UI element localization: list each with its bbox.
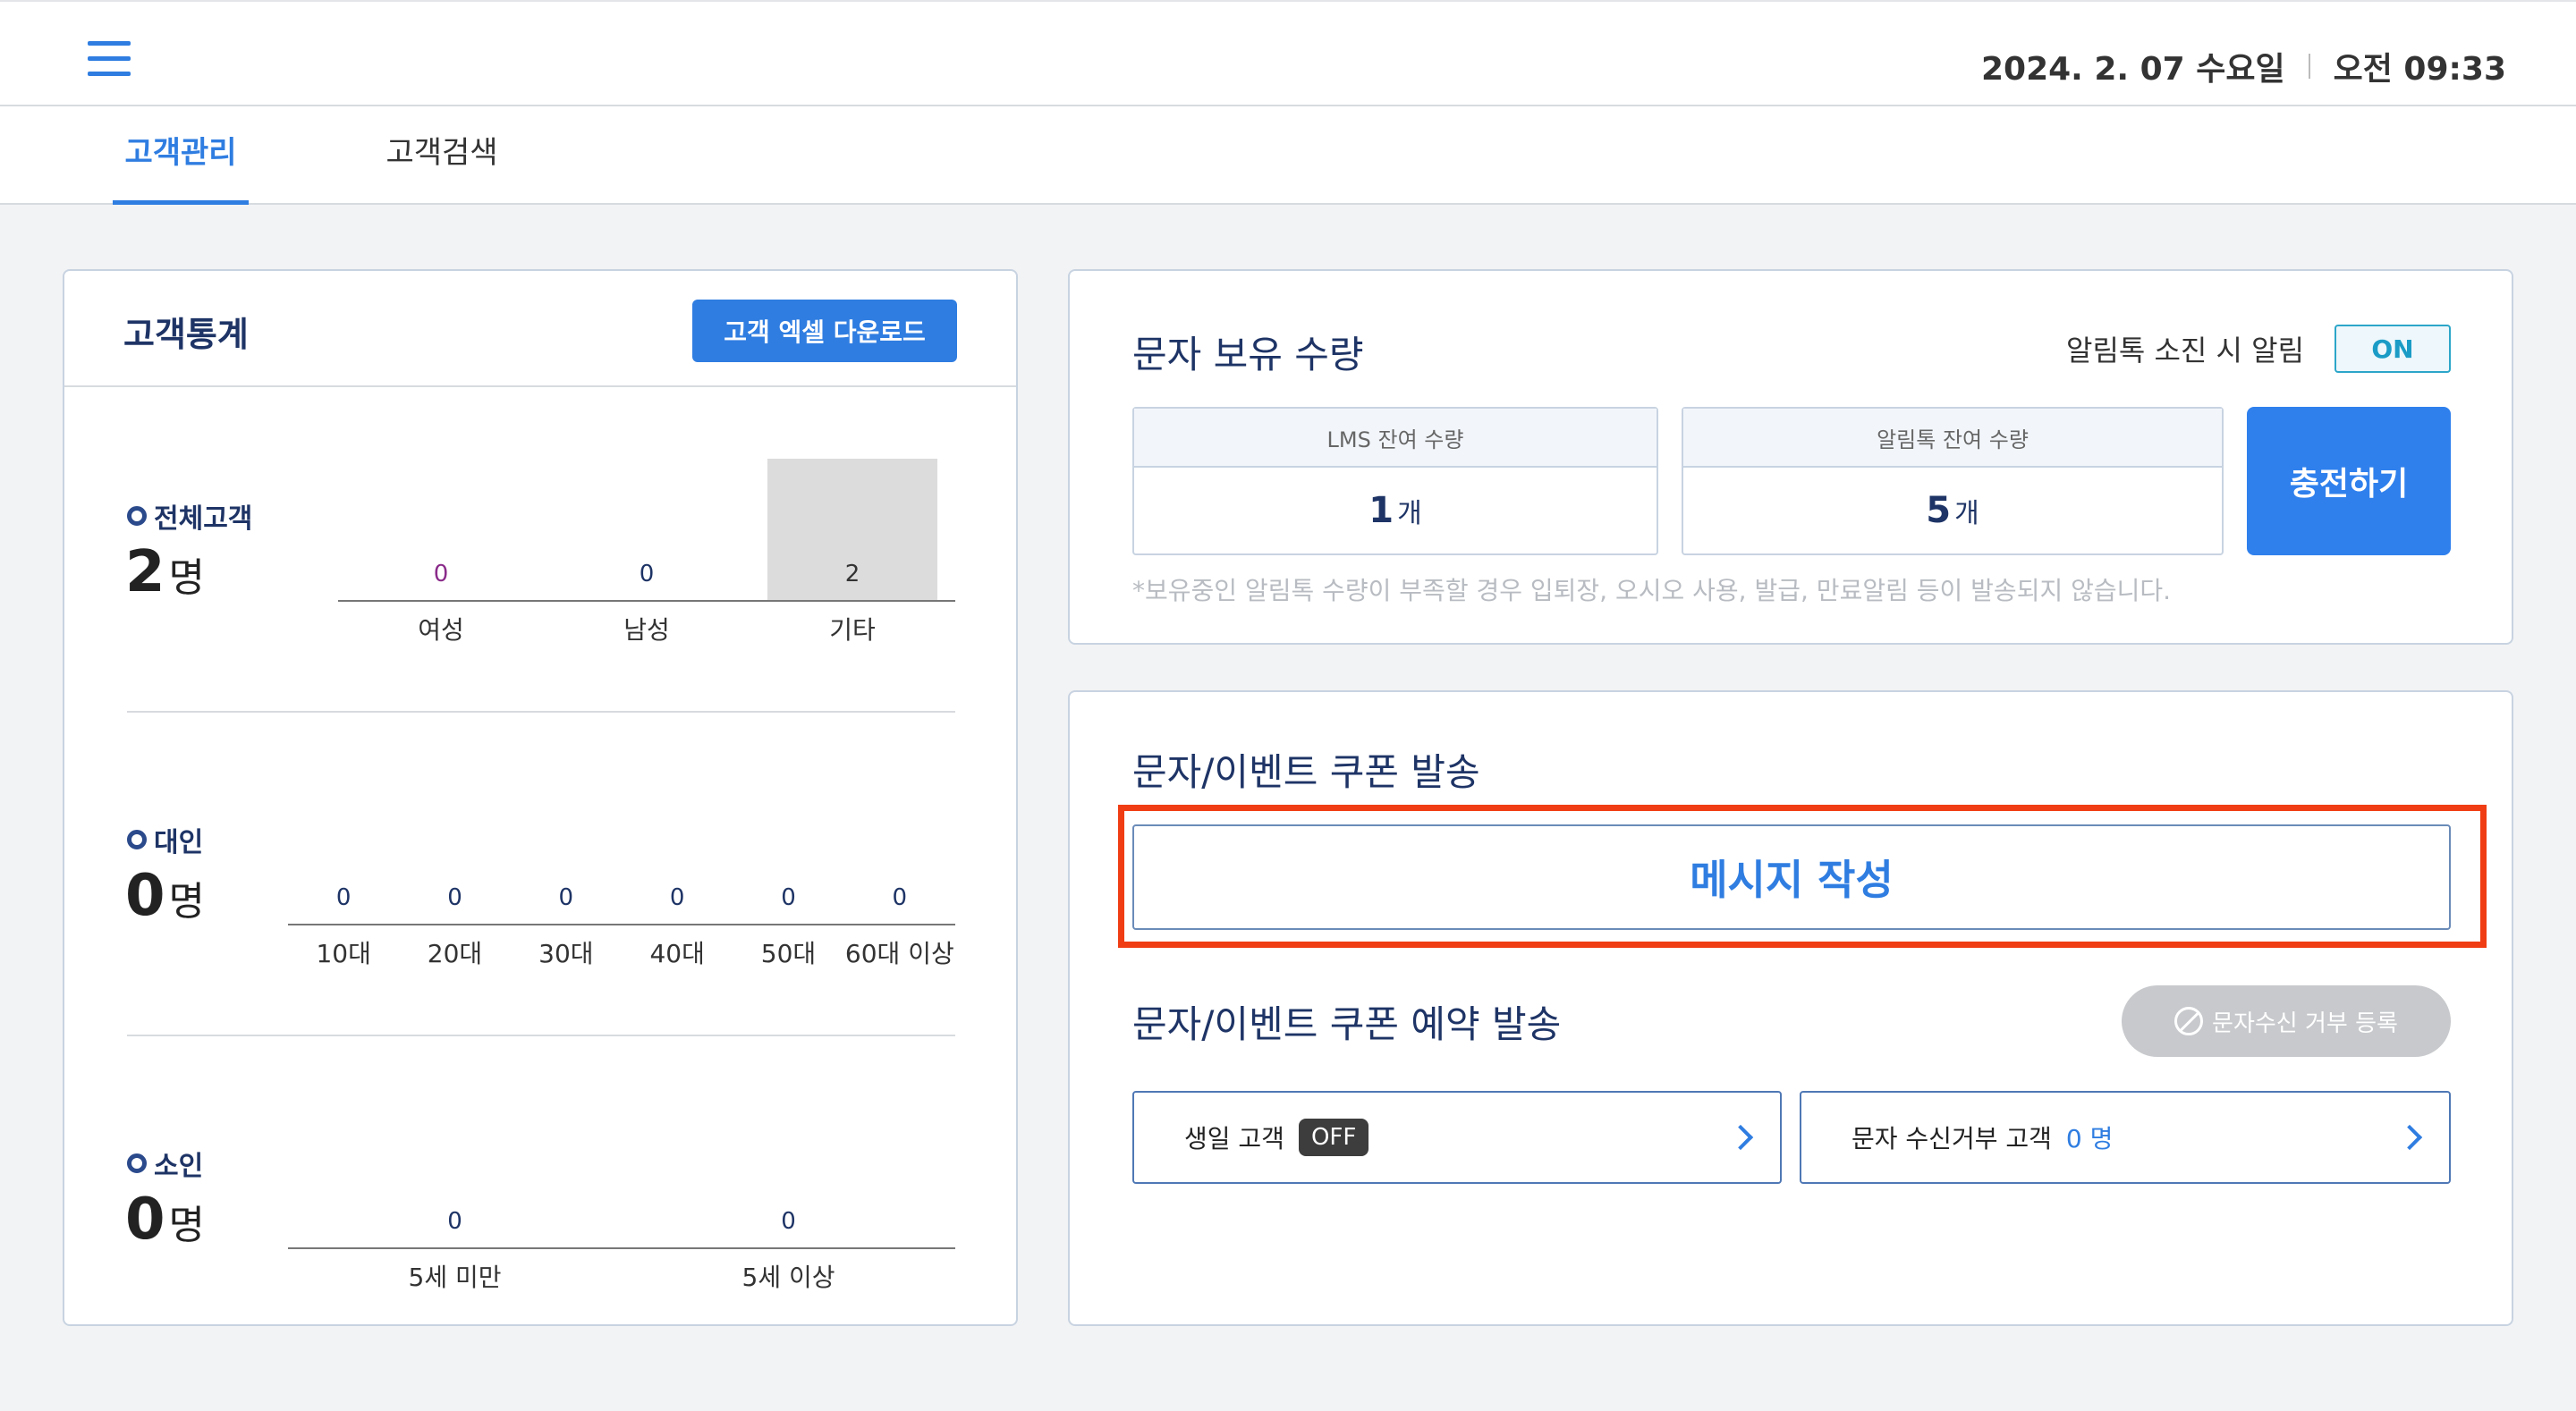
chevron-right-icon [1727,1124,1754,1151]
stats-header: 고객통계 고객 엑셀 다운로드 [64,271,1016,387]
chart-value-label: 0 [558,884,574,911]
chart-value-label: 0 [447,1208,462,1235]
birthday-toggle-badge[interactable]: OFF [1298,1119,1369,1156]
total-label-text: 전체고객 [154,503,253,535]
gender-chart: 0 여성 0 남성 2 기타 [338,450,955,664]
chart-value-label: 0 [892,884,908,911]
alimtalk-alert-toggle[interactable]: ON [2334,325,2451,373]
total-customers-label: 전체고객 [127,496,252,536]
chart-value-label: 0 [781,884,796,911]
compose-message-button[interactable]: 메시지 작성 [1132,824,2451,930]
top-bar: 2024. 2. 07 수요일 오전 09:33 [0,0,2576,106]
chart-value-label: 2 [844,561,860,587]
chart-value-label: 0 [335,884,352,911]
child-age-chart: 0 5세 미만 0 5세 이상 [288,1097,955,1312]
chart-category-label: 기타 [829,615,876,645]
chart-category-label: 여성 [418,615,464,645]
lms-count: 1 [1368,490,1394,531]
birthday-label: 생일 고객 [1184,1124,1284,1153]
excel-download-button[interactable]: 고객 엑셀 다운로드 [692,300,957,362]
count-unit: 개 [1397,498,1422,529]
birthday-customers-link[interactable]: 생일 고객 OFF [1132,1091,1782,1184]
chart-category-label: 5세 미만 [408,1263,502,1292]
circle-icon [127,1153,147,1173]
child-customers-count: 0명 [125,1187,205,1253]
balance-notice: *보유중인 알림톡 수량이 부족할 경우 입퇴장, 오시오 사용, 발급, 만료… [1132,576,2172,605]
chart-category-label: 60대 이상 [844,939,954,968]
tab-customer-management[interactable]: 고객관리 [113,106,249,205]
total-customers-count: 2명 [125,539,205,605]
adult-label-text: 대인 [154,827,204,858]
chart-category-label: 30대 [538,939,594,968]
adult-customers-label: 대인 [127,820,203,859]
charge-button[interactable]: 충전하기 [2247,407,2451,555]
alimtalk-count: 5 [1926,490,1952,531]
rejected-label: 문자 수신거부 고객 [1852,1124,2052,1153]
alimtalk-balance-label: 알림톡 잔여 수량 [1683,409,2222,468]
chart-category-label: 10대 [316,939,371,968]
chart-baseline [338,600,955,602]
customer-stats-card: 고객통계 고객 엑셀 다운로드 전체고객 2명 0 여성 0 남성 2 기타 대인 0명 … [63,269,1018,1326]
current-time: 오전 09:33 [2333,51,2506,88]
lms-balance-box: LMS 잔여 수량 1개 [1132,407,1658,555]
block-icon [2174,1007,2204,1035]
chart-value-label: 0 [433,561,449,587]
count-unit: 개 [1954,498,1979,529]
lms-balance-label: LMS 잔여 수량 [1134,409,1657,468]
age-chart: 0 10대 0 20대 0 30대 0 40대 0 50대 0 60대 이상 [288,773,955,988]
chart-value-label: 0 [781,1208,796,1235]
tab-customer-search[interactable]: 고객검색 [374,106,510,205]
chart-baseline [288,1247,955,1249]
chevron-right-icon [2396,1124,2423,1151]
lms-balance-value: 1개 [1134,468,1657,553]
chart-baseline [288,924,955,925]
divider [2308,54,2310,79]
adult-customers-count: 0명 [125,863,205,929]
chart-value-label: 0 [447,884,462,911]
sms-balance-card: 문자 보유 수량 알림톡 소진 시 알림 ON LMS 잔여 수량 1개 알림톡… [1068,269,2513,645]
total-count-value: 2 [125,539,165,605]
circle-icon [127,830,147,849]
child-customers-label: 소인 [127,1144,203,1183]
count-unit: 명 [168,879,206,925]
chart-value-label: 0 [669,884,685,911]
sms-balance-title: 문자 보유 수량 [1132,333,1364,376]
current-date: 2024. 2. 07 수요일 [1980,51,2285,88]
chart-category-label: 40대 [649,939,705,968]
child-count-value: 0 [125,1187,165,1253]
stats-title: 고객통계 [123,315,249,354]
divider [127,1035,955,1036]
tab-bar: 고객관리 고객검색 [0,106,2576,205]
alimtalk-alert-label: 알림톡 소진 시 알림 [2066,334,2305,368]
chart-value-label: 0 [639,561,655,587]
rejected-customers-link[interactable]: 문자 수신거부 고객 0 명 [1800,1091,2451,1184]
child-label-text: 소인 [154,1151,204,1182]
chart-category-label: 5세 이상 [741,1263,835,1292]
divider [127,711,955,713]
chart-category-label: 50대 [760,939,817,968]
count-unit: 명 [168,555,206,601]
adult-count-value: 0 [125,863,165,929]
alimtalk-balance-box: 알림톡 잔여 수량 5개 [1682,407,2224,555]
coupon-send-title: 문자/이벤트 쿠폰 발송 [1132,750,1480,794]
alimtalk-balance-value: 5개 [1683,468,2222,553]
reject-register-label: 문자수신 거부 등록 [2212,1010,2398,1037]
menu-icon[interactable] [88,41,131,79]
count-unit: 명 [168,1203,206,1248]
rejected-count: 0 명 [2065,1124,2114,1153]
chart-category-label: 남성 [623,615,670,645]
coupon-reserve-title: 문자/이벤트 쿠폰 예약 발송 [1132,1002,1562,1046]
circle-icon [127,506,147,526]
reject-register-button[interactable]: 문자수신 거부 등록 [2122,985,2451,1057]
coupon-card: 문자/이벤트 쿠폰 발송 메시지 작성 문자/이벤트 쿠폰 예약 발송 문자수신… [1068,690,2513,1326]
chart-category-label: 20대 [427,939,483,968]
date-time: 2024. 2. 07 수요일 오전 09:33 [1981,43,2506,89]
